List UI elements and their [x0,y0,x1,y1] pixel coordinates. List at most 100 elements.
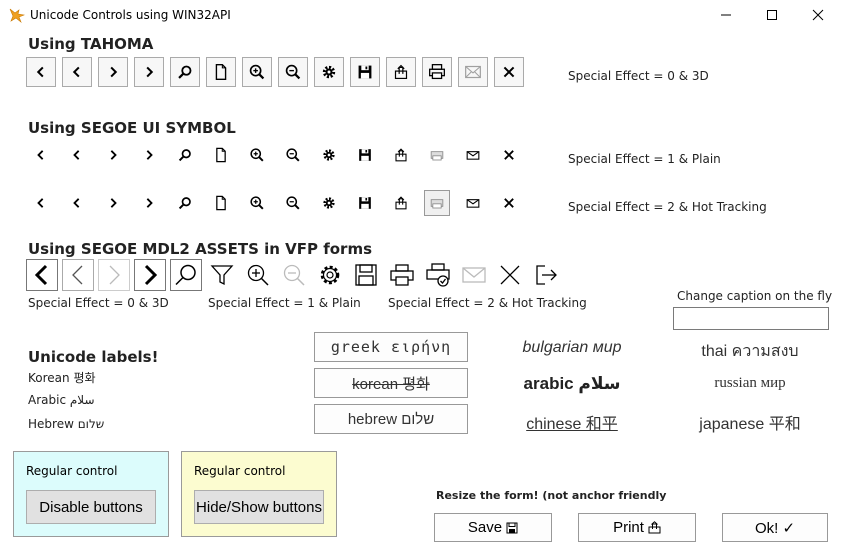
arabic-bold-label: arabic سلام [523,374,621,393]
previous-icon [73,197,80,209]
segoe-row1-close-button[interactable] [496,142,522,168]
tahoma-row-printer-button[interactable] [422,57,452,87]
last-icon [146,197,153,209]
document-icon [216,195,226,211]
chinese-label: chinese 和平 [526,416,618,433]
segoe-row2-zoom-out-button[interactable] [280,190,306,216]
segoe-row1-first-button[interactable] [28,142,54,168]
segoe-row2-gear-button[interactable] [316,190,342,216]
gear-icon [323,197,335,209]
gear-icon [320,265,340,285]
segoe-row1-gear-button[interactable] [316,142,342,168]
tahoma-row-share-button[interactable] [386,57,416,87]
mdl2-close-button[interactable] [494,259,526,291]
tahoma-row-zoom-out-button[interactable] [278,57,308,87]
mail-icon [466,199,480,208]
save-icon [355,264,377,286]
segoe-row2-mail-button[interactable] [460,190,486,216]
korean-button[interactable]: korean 평화 [314,368,468,398]
first-icon [37,197,44,209]
segoe-row1-search-button[interactable] [172,142,198,168]
chevron-left-icon [34,264,48,286]
close-window-button[interactable] [795,0,841,30]
segoe-row1-zoom-out-button[interactable] [280,142,306,168]
title-bar[interactable]: Unicode Controls using WIN32API [0,0,842,30]
tahoma-row-zoom-in-button[interactable] [242,57,272,87]
mdl2-settings-button[interactable] [314,259,346,291]
previous-icon [73,149,80,161]
tahoma-row-first-button[interactable] [26,57,56,87]
ok-button[interactable]: Ok! ✓ [722,513,828,542]
disable-buttons-button[interactable]: Disable buttons [26,490,156,524]
segoe-row1-last-button[interactable] [136,142,162,168]
segoe-row2-document-button[interactable] [208,190,234,216]
print-label: Print [613,519,644,536]
mdl2-zoom-in-button[interactable] [242,259,274,291]
print-check-icon [426,263,450,287]
tahoma-row-mail-button[interactable] [458,57,488,87]
segoe-row2-next-button[interactable] [100,190,126,216]
mdl2-zoom-out-button[interactable] [278,259,310,291]
mdl2-search-button[interactable] [170,259,202,291]
mdl2-print-button[interactable] [386,259,418,291]
previous-icon [73,66,80,78]
maximize-button[interactable] [749,0,795,30]
hebrew-button[interactable]: hebrew שלום [314,404,468,434]
caption-input[interactable] [673,307,829,330]
mdl2-filter-button[interactable] [206,259,238,291]
tahoma-row-document-button[interactable] [206,57,236,87]
segoe-row2-zoom-in-button[interactable] [244,190,270,216]
zoom-in-icon [250,148,264,162]
save-button[interactable]: Save [434,513,552,542]
tahoma-row-close-button[interactable] [494,57,524,87]
tahoma-row-search-button[interactable] [170,57,200,87]
segoe-row2-close-button[interactable] [496,190,522,216]
segoe-row1-save-button[interactable] [352,142,378,168]
segoe-row1-zoom-in-button[interactable] [244,142,270,168]
segoe-row2-printer-button[interactable] [424,190,450,216]
share-icon [394,64,408,80]
mail-icon [466,151,480,160]
minimize-button[interactable] [703,0,749,30]
greek-button[interactable]: greek ειρήνη [314,332,468,362]
tahoma-row-last-button[interactable] [134,57,164,87]
segoe-row1-document-button[interactable] [208,142,234,168]
save-icon [359,197,371,209]
hide-show-buttons-button[interactable]: Hide/Show buttons [194,490,324,524]
segoe-row1-next-button[interactable] [100,142,126,168]
close-icon [503,66,515,78]
segoe-row2-previous-button[interactable] [64,190,90,216]
segoe-row2-save-button[interactable] [352,190,378,216]
segoe-row1-share-button[interactable] [388,142,414,168]
korean-label: Korean 평화 [28,371,96,385]
mdl2-mail-button[interactable] [458,259,490,291]
zoom-in-icon [249,64,265,80]
document-icon [215,63,227,81]
close-icon [812,9,824,21]
segoe-row2-search-button[interactable] [172,190,198,216]
mdl2-exit-button[interactable] [530,259,562,291]
segoe-row2-last-button[interactable] [136,190,162,216]
print-button[interactable]: Print [578,513,696,542]
search-icon [175,264,196,286]
mdl2-back-button[interactable] [62,259,94,291]
segoe-row1-mail-button[interactable] [460,142,486,168]
mdl2-forward-button[interactable] [98,259,130,291]
tahoma-row-gear-button[interactable] [314,57,344,87]
segoe-row1-previous-button[interactable] [64,142,90,168]
mdl2-next-button[interactable] [134,259,166,291]
tahoma-row-save-button[interactable] [350,57,380,87]
save-label: Save [467,519,503,536]
mdl2-print-preview-button[interactable] [422,259,454,291]
tahoma-row-next-button[interactable] [98,57,128,87]
mdl2-save-button[interactable] [350,259,382,291]
right-regular-panel: Regular control Hide/Show buttons [181,451,337,537]
segoe-row1-printer-button[interactable] [424,142,450,168]
printer-icon [429,64,445,80]
mdl2-previous-button[interactable] [26,259,58,291]
mdl2-effect1-label: Special Effect = 1 & Plain [208,296,361,310]
chevron-left-icon [72,265,83,285]
segoe-row2-first-button[interactable] [28,190,54,216]
tahoma-row-previous-button[interactable] [62,57,92,87]
segoe-row2-share-button[interactable] [388,190,414,216]
